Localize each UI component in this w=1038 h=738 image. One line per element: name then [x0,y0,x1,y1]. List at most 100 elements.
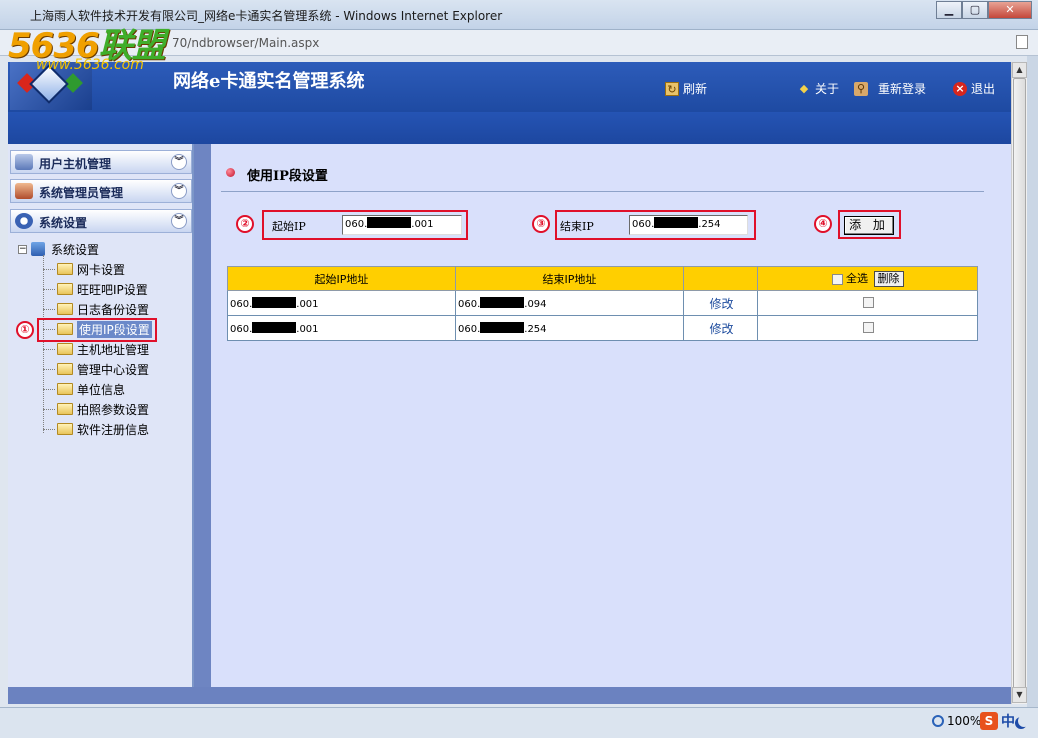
window-frame-right [1027,56,1038,738]
tree-item-label: 拍照参数设置 [77,402,150,417]
nav-section-user-host[interactable]: 用户主机管理 ︾ [10,150,192,174]
scroll-up-icon[interactable]: ▲ [1012,62,1027,78]
exit-label: 退出 [971,82,996,96]
app-header: 网络e卡通实名管理系统 ↻ 刷新 ◆ 关于 ⚲ 重新登录 × 退出 [8,62,1011,112]
chevron-down-icon[interactable]: ︾ [171,183,187,199]
about-label: 关于 [815,82,840,96]
col-select: 全选 删除 [757,266,978,291]
annotation-marker-4: ④ [814,215,832,233]
col-action [683,266,758,291]
zoom-level: 100% [947,714,982,728]
exit-icon: × [953,81,967,96]
folder-icon [57,283,73,295]
refresh-icon: ↻ [665,81,679,96]
scroll-thumb[interactable] [1013,78,1026,690]
page-icon[interactable] [1016,35,1028,49]
annotation-marker-3: ③ [532,215,550,233]
status-bar: 100% S 中 [0,707,1038,738]
tree-item-wangwang-ip[interactable]: 旺旺吧IP设置 [43,280,148,298]
add-button[interactable]: 添 加 [844,216,894,235]
zoom-icon [932,715,944,727]
vertical-scrollbar[interactable]: ▲ ▼ [1011,62,1027,704]
tree-item-label: 主机地址管理 [77,342,150,357]
relogin-label: 重新登录 [878,82,927,96]
chevron-down-icon[interactable]: ︾ [171,154,187,170]
chevron-down-icon[interactable]: ︾ [171,213,187,229]
redacted-block [252,296,297,308]
footer-strip [8,687,1011,704]
row-checkbox[interactable] [863,322,874,334]
tree-item-registration[interactable]: 软件注册信息 [43,420,149,438]
nav-section-label: 系统设置 [39,216,88,230]
ip-range-table: 起始IP地址 结束IP地址 全选 删除 060. .001 060. .094 修改… [227,266,978,341]
select-all-label: 全选 [846,272,868,285]
folder-icon [57,423,73,435]
end-ip-input[interactable]: 060. .254 [629,215,748,235]
half-width-moon-icon [1018,715,1030,727]
ime-indicator[interactable]: S 中 [980,711,1030,731]
host-group-icon [15,154,33,170]
sogou-ime-icon: S [980,712,998,730]
edit-link[interactable]: 修改 [709,322,733,336]
exit-button[interactable]: × 退出 [953,80,995,97]
maximize-button[interactable]: ▢ [962,1,988,19]
tree-item-unit-info[interactable]: 单位信息 [43,380,125,398]
table-row: 060. .001 060. .254 修改 [227,315,978,341]
end-ip-cell: 060. .094 [455,290,684,316]
nav-section-admin[interactable]: 系统管理员管理 ︾ [10,179,192,203]
start-ip-cell: 060. .001 [227,315,456,341]
tree-item-label: 管理中心设置 [77,362,150,377]
tree-item-label: 日志备份设置 [77,302,150,317]
tree-item-log-backup[interactable]: 日志备份设置 [43,300,149,318]
start-ip-input[interactable]: 060. .001 [342,215,462,235]
bullet-icon [226,168,235,177]
delete-button[interactable]: 删除 [873,271,904,287]
computer-icon [31,242,45,256]
nav-section-system-settings[interactable]: 系统设置 ︾ [10,209,192,233]
minimize-button[interactable]: ▁ [936,1,962,19]
annotation-marker-2: ② [236,215,254,233]
tree-item-host-address[interactable]: 主机地址管理 [43,340,149,358]
about-button[interactable]: ◆ 关于 [797,80,839,97]
start-ip-label: 起始IP [272,220,306,233]
app-title: 网络e卡通实名管理系统 [173,71,365,92]
folder-icon [57,343,73,355]
tree-root-label: 系统设置 [51,242,100,257]
tree-item-nic[interactable]: 网卡设置 [43,260,125,278]
window-controls: ▁ ▢ ✕ [936,1,1032,19]
redacted-block [654,217,699,228]
tree-item-label: 单位信息 [77,382,126,397]
address-url[interactable]: 70/ndbrowser/Main.aspx [172,36,319,50]
sidebar-divider [194,144,211,687]
scroll-down-icon[interactable]: ▼ [1012,687,1027,703]
folder-icon [57,383,73,395]
refresh-button[interactable]: ↻ 刷新 [665,80,707,97]
select-all-checkbox[interactable] [831,273,843,285]
collapse-icon[interactable]: − [18,244,27,254]
close-window-button[interactable]: ✕ [988,1,1032,19]
zoom-control[interactable]: 100% [932,714,981,728]
annotation-marker-1: ① [16,321,34,339]
redacted-block [480,321,525,333]
folder-icon [57,303,73,315]
tree-item-photo-params[interactable]: 拍照参数设置 [43,400,149,418]
annotation-highlight-1 [37,318,157,342]
folder-icon [57,403,73,415]
ime-language: 中 [1001,714,1015,730]
sidebar: 用户主机管理 ︾ 系统管理员管理 ︾ 系统设置 ︾ − 系统设置 网卡设置 旺旺… [8,144,194,687]
col-start-ip: 起始IP地址 [227,266,456,291]
edit-link[interactable]: 修改 [709,297,733,311]
tree-item-label: 网卡设置 [77,262,126,277]
settings-icon [15,213,33,229]
tree-root[interactable]: − 系统设置 [18,240,99,258]
tree-item-management-center[interactable]: 管理中心设置 [43,360,149,378]
admin-users-icon [15,183,33,199]
row-checkbox[interactable] [863,297,874,309]
tree-item-label: 旺旺吧IP设置 [77,282,148,297]
end-ip-cell: 060. .254 [455,315,684,341]
header-strip [8,112,1011,144]
relogin-button[interactable]: ⚲ 重新登录 [854,80,926,97]
about-icon: ◆ [799,81,809,95]
folder-icon [57,263,73,275]
nav-section-label: 用户主机管理 [39,157,112,171]
